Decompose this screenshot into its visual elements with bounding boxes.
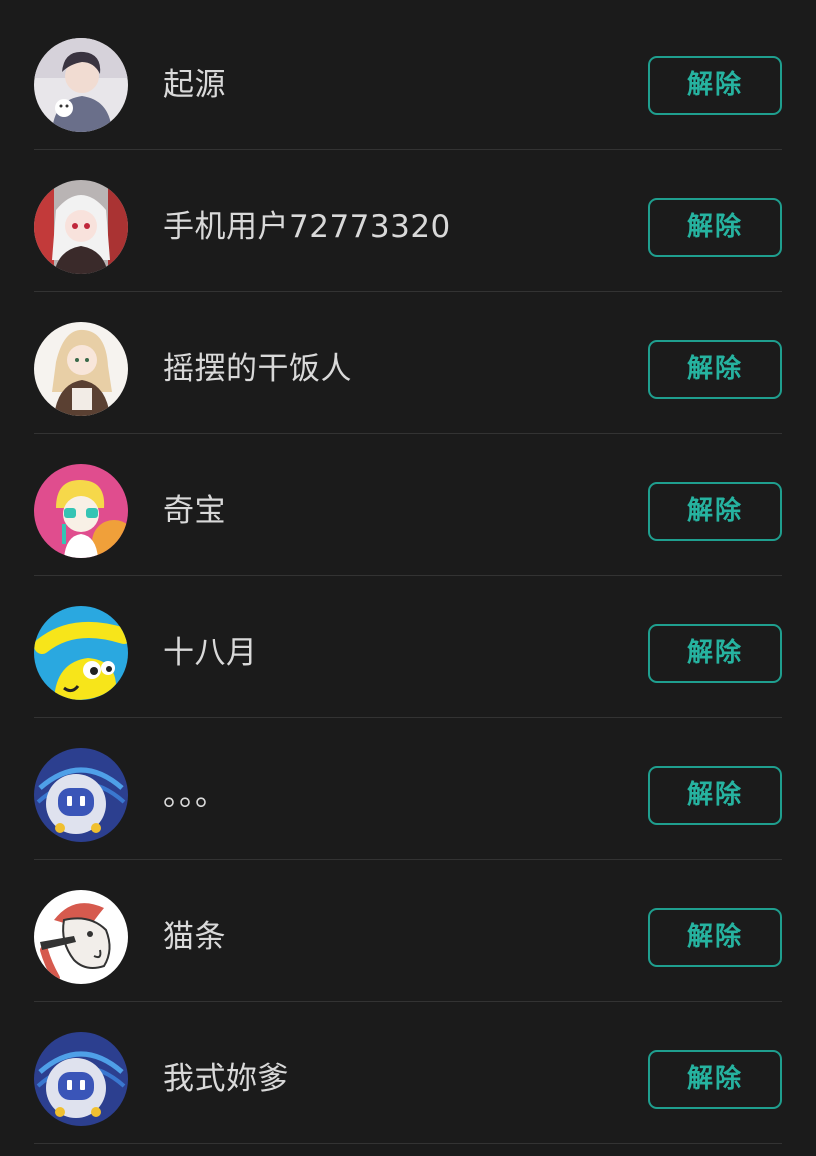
blocked-users-list: 起源 解除 手机用户72773320 解除 摇摆的干饭人 解除 奇宝 解除 十八… — [0, 0, 816, 1156]
avatar[interactable] — [34, 1032, 128, 1126]
avatar[interactable] — [34, 180, 128, 274]
user-name: 。。。 — [163, 777, 227, 813]
user-name: 手机用户72773320 — [163, 209, 451, 245]
unblock-button[interactable]: 解除 — [648, 624, 782, 683]
unblock-button[interactable]: 解除 — [648, 56, 782, 115]
list-item: 奇宝 解除 — [0, 434, 816, 576]
list-item: 猫条 解除 — [0, 860, 816, 1002]
avatar[interactable] — [34, 606, 128, 700]
divider — [34, 1143, 782, 1144]
unblock-button[interactable]: 解除 — [648, 340, 782, 399]
user-name: 摇摆的干饭人 — [163, 351, 352, 387]
list-item: 手机用户72773320 解除 — [0, 150, 816, 292]
list-item: 起源 解除 — [0, 8, 816, 150]
list-item: 我式妳爹 解除 — [0, 1002, 816, 1144]
user-name: 起源 — [163, 67, 226, 103]
avatar[interactable] — [34, 322, 128, 416]
unblock-button[interactable]: 解除 — [648, 908, 782, 967]
avatar[interactable] — [34, 464, 128, 558]
list-item: 。。。 解除 — [0, 718, 816, 860]
avatar[interactable] — [34, 890, 128, 984]
unblock-button[interactable]: 解除 — [648, 482, 782, 541]
user-name: 十八月 — [163, 635, 258, 671]
unblock-button[interactable]: 解除 — [648, 198, 782, 257]
unblock-button[interactable]: 解除 — [648, 1050, 782, 1109]
avatar[interactable] — [34, 38, 128, 132]
user-name: 我式妳爹 — [163, 1061, 289, 1097]
user-name: 猫条 — [163, 919, 226, 955]
user-name: 奇宝 — [163, 493, 226, 529]
unblock-button[interactable]: 解除 — [648, 766, 782, 825]
list-item: 摇摆的干饭人 解除 — [0, 292, 816, 434]
avatar[interactable] — [34, 748, 128, 842]
list-item: 十八月 解除 — [0, 576, 816, 718]
